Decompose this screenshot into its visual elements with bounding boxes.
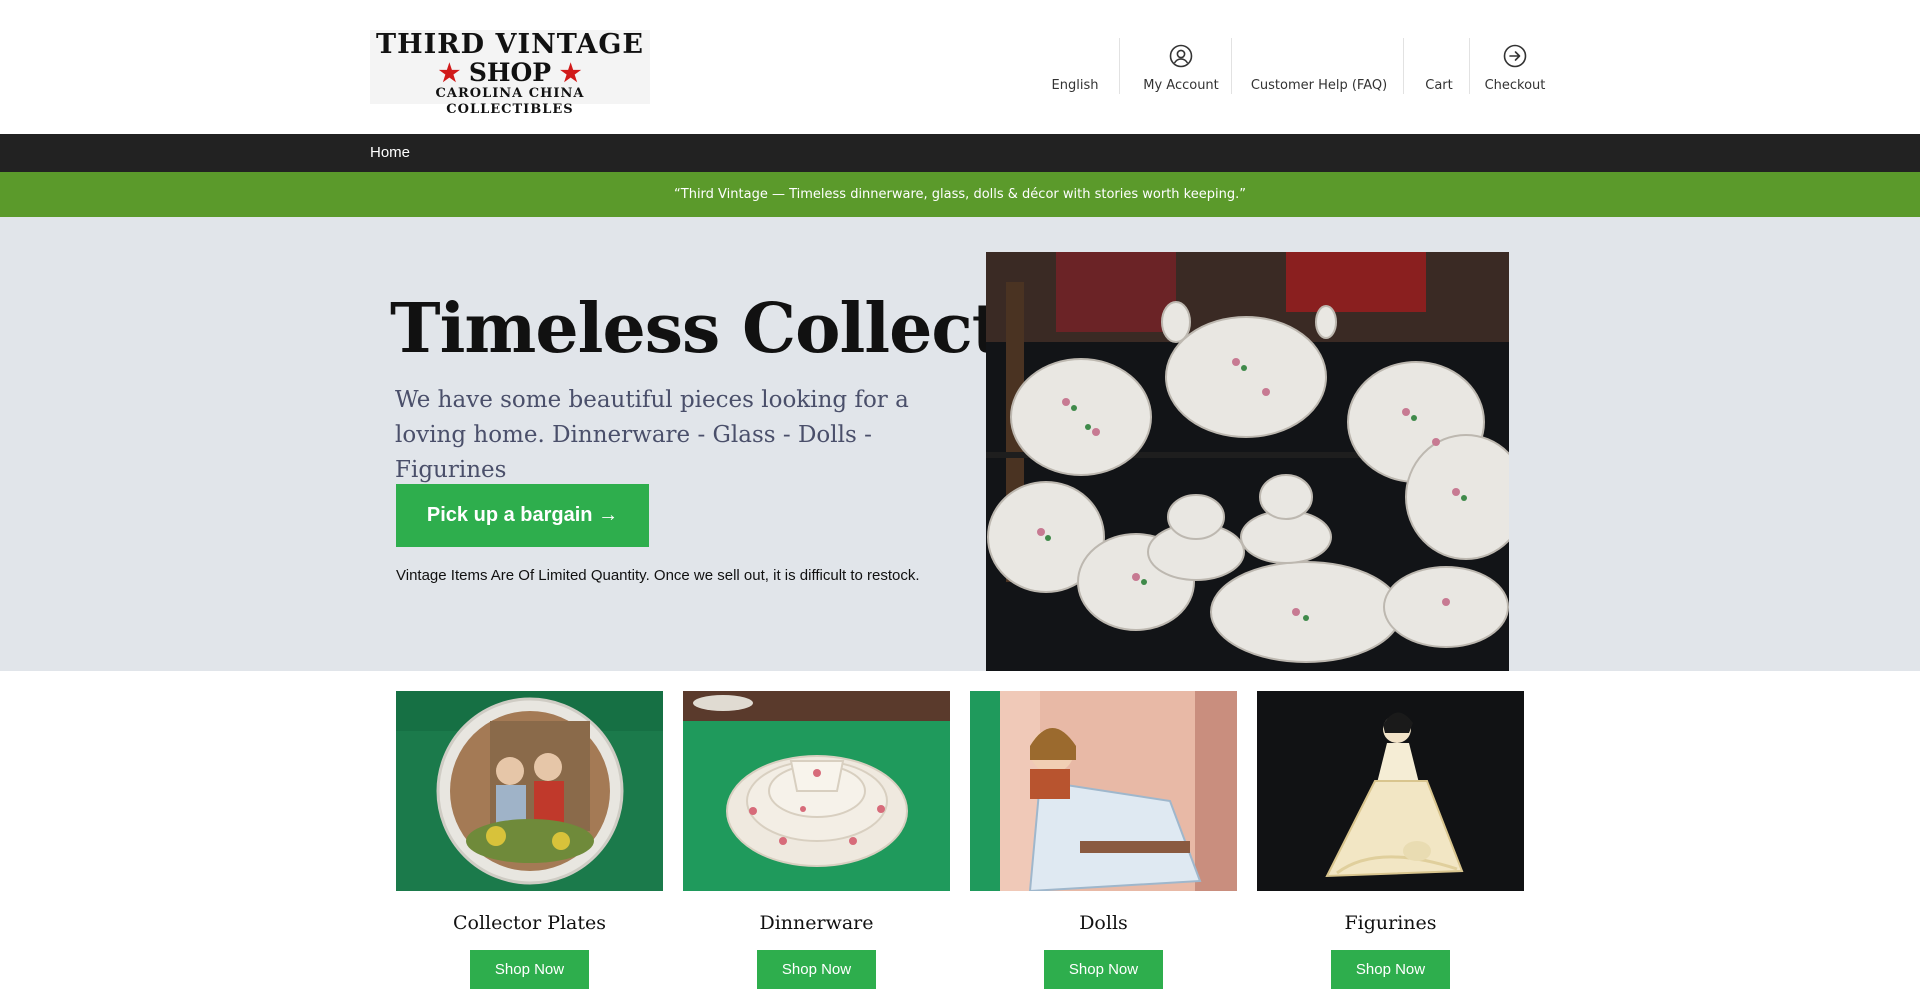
category-name[interactable]: Collector Plates xyxy=(396,911,663,935)
main-nav-bar: Home xyxy=(0,134,1920,172)
logo-line-2: ★ SHOP ★ xyxy=(370,60,650,86)
cart-label: Cart xyxy=(1425,78,1453,93)
teacup-set-photo[interactable] xyxy=(683,691,950,891)
top-navigation: English My Account Customer Help (FAQ) C… xyxy=(1035,38,1555,94)
collector-plate-photo[interactable] xyxy=(396,691,663,891)
bargain-button[interactable]: Pick up a bargain → xyxy=(396,484,649,547)
star-icon: ★ xyxy=(559,58,582,87)
nav-divider xyxy=(1119,38,1120,94)
site-header: THIRD VINTAGE ★ SHOP ★ CAROLINA CHINA CO… xyxy=(0,0,1920,134)
logo-line-3: CAROLINA CHINA COLLECTIBLES xyxy=(435,86,585,117)
cart-link[interactable]: Cart xyxy=(1409,38,1469,94)
nav-home-link[interactable]: Home xyxy=(370,144,410,161)
category-card: Figurines Shop Now xyxy=(1257,691,1524,989)
limited-quantity-note: Vintage Items Are Of Limited Quantity. O… xyxy=(396,567,920,584)
checkout-label: Checkout xyxy=(1484,78,1546,93)
promo-banner: “Third Vintage — Timeless dinnerware, gl… xyxy=(0,172,1920,217)
customer-help-label: Customer Help (FAQ) xyxy=(1250,78,1388,93)
language-selector[interactable]: English xyxy=(1035,38,1115,94)
nav-divider xyxy=(1403,38,1404,94)
star-icon: ★ xyxy=(438,58,461,87)
shop-now-button[interactable]: Shop Now xyxy=(1331,950,1450,989)
logo-line-2-text: SHOP xyxy=(468,58,552,87)
shop-now-button[interactable]: Shop Now xyxy=(1044,950,1163,989)
arrow-right-circle-icon xyxy=(1503,44,1527,68)
category-name[interactable]: Dolls xyxy=(970,911,1237,935)
category-name[interactable]: Dinnerware xyxy=(683,911,950,935)
hero-section: Timeless Collectibles We have some beaut… xyxy=(0,217,1920,671)
category-card: Dolls Shop Now xyxy=(970,691,1237,989)
my-account-label: My Account xyxy=(1143,78,1219,93)
hero-subtitle: We have some beautiful pieces looking fo… xyxy=(395,387,909,483)
nav-divider xyxy=(1231,38,1232,94)
shop-now-button[interactable]: Shop Now xyxy=(757,950,876,989)
user-circle-icon xyxy=(1169,44,1193,68)
site-logo[interactable]: THIRD VINTAGE ★ SHOP ★ CAROLINA CHINA CO… xyxy=(370,29,650,117)
figurine-photo[interactable] xyxy=(1257,691,1524,891)
category-card: Dinnerware Shop Now xyxy=(683,691,950,989)
china-display-photo xyxy=(986,252,1509,671)
language-label: English xyxy=(1051,78,1099,93)
customer-help-link[interactable]: Customer Help (FAQ) xyxy=(1239,38,1399,94)
my-account-link[interactable]: My Account xyxy=(1129,38,1233,94)
logo-line-1: THIRD VINTAGE xyxy=(376,29,644,60)
category-name[interactable]: Figurines xyxy=(1257,911,1524,935)
doll-in-box-photo[interactable] xyxy=(970,691,1237,891)
shop-now-button[interactable]: Shop Now xyxy=(470,950,589,989)
checkout-link[interactable]: Checkout xyxy=(1475,38,1555,94)
nav-divider xyxy=(1469,38,1470,94)
category-card: Collector Plates Shop Now xyxy=(396,691,663,989)
